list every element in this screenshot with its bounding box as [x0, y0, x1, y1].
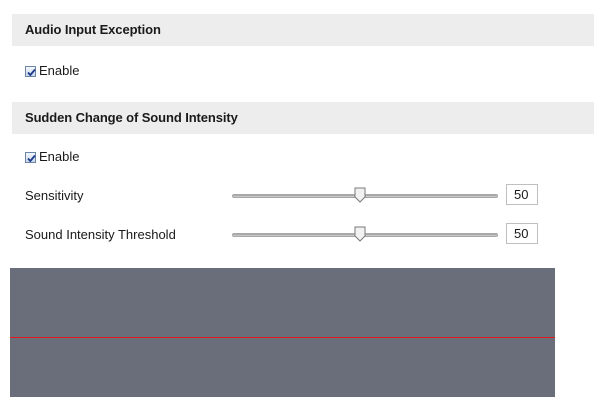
slider-handle-icon: [354, 187, 366, 203]
sudden-change-enable-checkbox[interactable]: [25, 151, 36, 163]
sudden-change-enable-label: Enable: [39, 149, 80, 164]
sudden-change-header: Sudden Change of Sound Intensity: [12, 102, 594, 134]
sudden-change-enable-row: Enable: [25, 147, 79, 167]
audio-exception-enable-label: Enable: [39, 63, 80, 78]
checkmark-icon: [27, 68, 36, 76]
audio-input-exception-title: Audio Input Exception: [25, 22, 161, 37]
sound-intensity-graph: [10, 268, 555, 397]
sensitivity-row: Sensitivity: [25, 186, 84, 206]
threshold-line: [10, 337, 555, 338]
threshold-label: Sound Intensity Threshold: [25, 227, 176, 242]
threshold-value-input[interactable]: 50: [506, 223, 538, 244]
audio-input-exception-header: Audio Input Exception: [12, 14, 594, 46]
threshold-slider-thumb[interactable]: [354, 226, 366, 242]
checkmark-icon: [27, 154, 36, 162]
threshold-row: Sound Intensity Threshold: [25, 225, 176, 245]
sensitivity-value-input[interactable]: 50: [506, 184, 538, 205]
slider-handle-icon: [354, 226, 366, 242]
sudden-change-title: Sudden Change of Sound Intensity: [25, 110, 238, 125]
audio-exception-enable-checkbox[interactable]: [25, 65, 36, 77]
sensitivity-slider-thumb[interactable]: [354, 187, 366, 203]
sensitivity-label: Sensitivity: [25, 188, 84, 203]
audio-exception-enable-row: Enable: [25, 61, 79, 81]
